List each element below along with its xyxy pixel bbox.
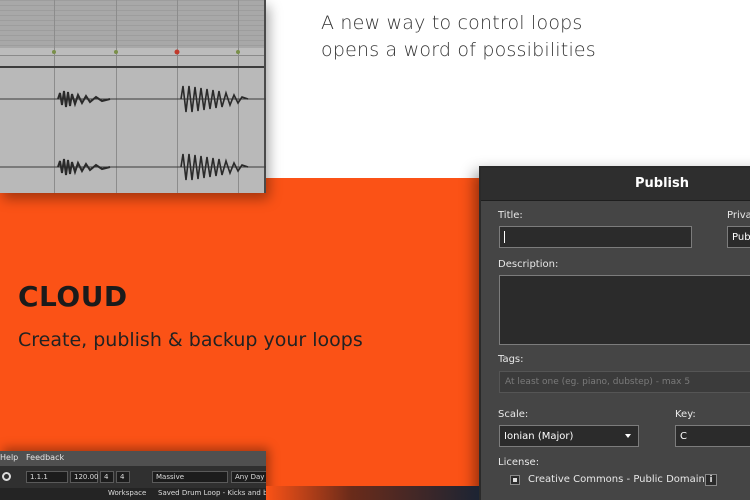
license-checkbox[interactable]	[510, 475, 520, 485]
daw-window: Help Feedback 1.1.1 120.00 4 4 Massive A…	[0, 451, 266, 500]
key-select[interactable]: C	[675, 425, 750, 447]
search-icon[interactable]	[2, 472, 11, 481]
license-label: License:	[498, 457, 540, 468]
description-textarea[interactable]	[499, 275, 750, 345]
menu-item-feedback[interactable]: Feedback	[26, 453, 64, 462]
title-label: Title:	[498, 210, 523, 221]
text-caret	[504, 231, 505, 243]
scale-select[interactable]: Ionian (Major)	[499, 425, 639, 447]
waveform-editor	[0, 0, 266, 193]
tags-input[interactable]: At least one (eg. piano, dubstep) - max …	[499, 371, 750, 393]
description-label: Description:	[498, 259, 559, 270]
dialog-titlebar[interactable]: Publish	[481, 168, 750, 201]
time-sig-numerator[interactable]: 4	[100, 471, 114, 483]
status-text: Saved Drum Loop - Kicks and ba	[158, 489, 266, 497]
scale-label: Scale:	[498, 409, 529, 420]
tempo-field[interactable]: 120.00	[70, 471, 99, 483]
info-icon[interactable]: i	[705, 474, 717, 486]
privacy-label: Privac	[727, 210, 750, 221]
menu-item-help[interactable]: Help	[0, 453, 18, 462]
tagline: A new way to control loops opens a word …	[321, 10, 596, 64]
key-filter-field[interactable]: Any Day	[231, 471, 266, 483]
workspace-label[interactable]: Workspace	[108, 489, 146, 497]
scale-value: Ionian (Major)	[504, 430, 574, 442]
key-value: C	[680, 430, 687, 442]
tags-label: Tags:	[498, 354, 524, 365]
privacy-select[interactable]: Pub	[727, 226, 750, 248]
cloud-subtitle: Create, publish & backup your loops	[18, 329, 363, 351]
position-field[interactable]: 1.1.1	[26, 471, 68, 483]
key-label: Key:	[675, 409, 696, 420]
time-sig-denominator[interactable]: 4	[116, 471, 130, 483]
title-input[interactable]	[499, 226, 692, 248]
tagline-line-1: A new way to control loops	[321, 12, 583, 34]
license-value: Creative Commons - Public Domain	[528, 474, 705, 485]
daw-statusbar: Workspace Saved Drum Loop - Kicks and ba	[0, 488, 266, 500]
chevron-down-icon	[625, 434, 631, 438]
background-strip	[266, 486, 479, 500]
dialog-title: Publish	[635, 176, 689, 191]
cloud-heading: CLOUD	[18, 280, 128, 313]
daw-menubar: Help Feedback	[0, 451, 266, 466]
privacy-value: Pub	[732, 231, 750, 243]
tagline-line-2: opens a word of possibilities	[321, 39, 596, 61]
publish-dialog: Publish Title: Privac Pub Description: T…	[479, 166, 750, 500]
instrument-select[interactable]: Massive	[152, 471, 228, 483]
tags-placeholder: At least one (eg. piano, dubstep) - max …	[505, 377, 691, 387]
waveform-graphic	[0, 49, 266, 181]
